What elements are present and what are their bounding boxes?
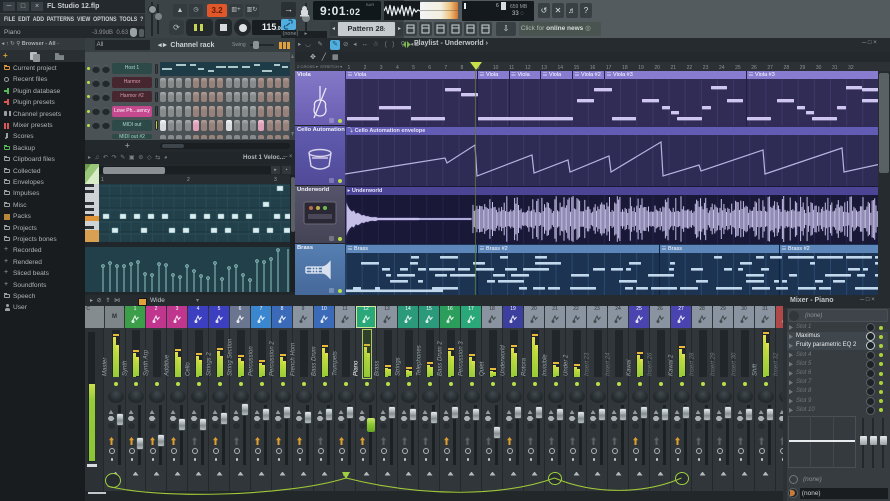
svg-text:Insert 23: Insert 23 (585, 352, 591, 376)
svg-text:Master: Master (103, 357, 109, 376)
svg-text:Insert 26: Insert 26 (648, 352, 654, 376)
svg-text:Kawai 2: Kawai 2 (669, 354, 675, 376)
svg-text:Percussion 2: Percussion 2 (270, 341, 276, 376)
svg-text:Insert 30: Insert 30 (732, 352, 738, 376)
svg-text:Insert 32: Insert 32 (774, 352, 780, 376)
svg-text:Cello: Cello (186, 362, 192, 376)
svg-text:Underworld: Underworld (501, 345, 507, 376)
svg-text:Synth Arp: Synth Arp (144, 349, 150, 376)
svg-text:Insert 29: Insert 29 (711, 352, 717, 376)
svg-text:Strings 2: Strings 2 (207, 352, 213, 376)
svg-text:Telephones: Telephones (417, 345, 423, 376)
svg-text:Rotora: Rotora (522, 357, 528, 376)
svg-text:Additive: Additive (165, 354, 171, 377)
svg-text:Bass Drum: Bass Drum (312, 346, 318, 376)
svg-text:Kawai: Kawai (627, 359, 633, 376)
svg-text:Insert 24: Insert 24 (606, 352, 612, 376)
svg-text:Piano: Piano (354, 360, 360, 376)
svg-text:Strings: Strings (396, 357, 402, 376)
svg-text:Percussion 3: Percussion 3 (459, 341, 465, 376)
svg-text:Shift: Shift (753, 364, 759, 376)
svg-text:Quiet: Quiet (480, 361, 486, 376)
svg-text:Under 2: Under 2 (564, 354, 570, 376)
svg-text:Brass: Brass (375, 361, 381, 376)
svg-text:Bass Drum 2: Bass Drum 2 (438, 341, 444, 376)
svg-text:Insert 28: Insert 28 (690, 352, 696, 376)
svg-text:Synth: Synth (123, 360, 129, 376)
svg-text:Trumpets: Trumpets (333, 351, 339, 376)
svg-text:French Horn: French Horn (291, 342, 297, 376)
svg-text:Percussion: Percussion (249, 346, 255, 376)
svg-text:Invisible: Invisible (543, 354, 549, 376)
svg-text:String Section: String Section (228, 338, 234, 376)
